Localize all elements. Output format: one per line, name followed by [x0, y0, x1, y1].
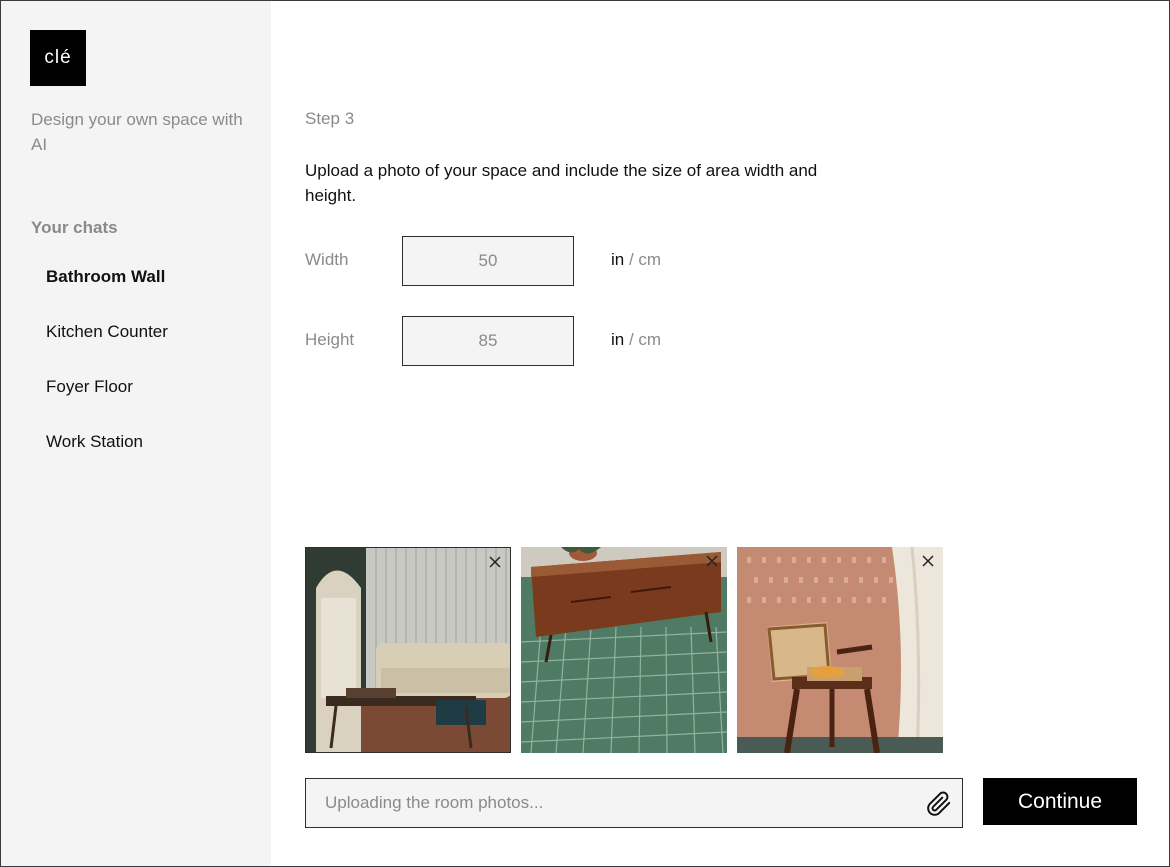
remove-photo-3-icon[interactable] [920, 553, 936, 569]
remove-photo-2-icon[interactable] [704, 553, 720, 569]
width-label: Width [305, 250, 349, 269]
width-unit-toggle: in / cm [611, 250, 661, 270]
height-unit-in[interactable]: in [611, 330, 624, 349]
photo-cane-chair [737, 547, 943, 753]
paperclip-icon[interactable] [926, 791, 952, 817]
sidebar-item-label: Foyer Floor [46, 377, 133, 396]
sidebar-item-bathroom-wall[interactable]: Bathroom Wall [46, 267, 168, 322]
upload-field [305, 778, 963, 828]
width-unit-cm[interactable]: cm [638, 250, 661, 269]
sidebar: clé Design your own space with AI Your c… [1, 1, 271, 866]
photo-thumbnail-3[interactable] [737, 547, 943, 753]
step-label: Step 3 [305, 109, 355, 128]
chat-list: Bathroom Wall Kitchen Counter Foyer Floo… [46, 267, 168, 487]
photo-thumbnail-2[interactable] [521, 547, 727, 753]
height-unit-toggle: in / cm [611, 330, 661, 350]
width-unit-in[interactable]: in [611, 250, 624, 269]
logo[interactable]: clé [30, 30, 86, 86]
photo-green-tile-floor [521, 547, 727, 753]
remove-photo-1-icon[interactable] [487, 554, 503, 570]
photo-thumbnail-1[interactable] [305, 547, 511, 753]
sidebar-item-foyer-floor[interactable]: Foyer Floor [46, 377, 168, 432]
app-window: clé Design your own space with AI Your c… [0, 0, 1170, 867]
chats-heading: Your chats [31, 218, 118, 237]
height-label: Height [305, 330, 355, 349]
continue-button[interactable]: Continue [983, 778, 1137, 825]
sidebar-item-label: Kitchen Counter [46, 322, 168, 341]
upload-input[interactable] [306, 779, 916, 827]
height-unit-cm[interactable]: cm [638, 330, 661, 349]
sidebar-item-label: Bathroom Wall [46, 267, 166, 286]
width-input[interactable] [402, 236, 574, 286]
logo-text: clé [44, 47, 72, 68]
sidebar-item-label: Work Station [46, 432, 144, 451]
height-unit-separator: / [624, 330, 639, 349]
sidebar-item-work-station[interactable]: Work Station [46, 432, 168, 487]
height-input[interactable] [402, 316, 574, 366]
instructions: Upload a photo of your space and include… [305, 161, 818, 205]
width-unit-separator: / [624, 250, 639, 269]
sidebar-item-kitchen-counter[interactable]: Kitchen Counter [46, 322, 168, 377]
photo-living-room [306, 548, 510, 752]
tagline: Design your own space with AI [31, 110, 243, 154]
